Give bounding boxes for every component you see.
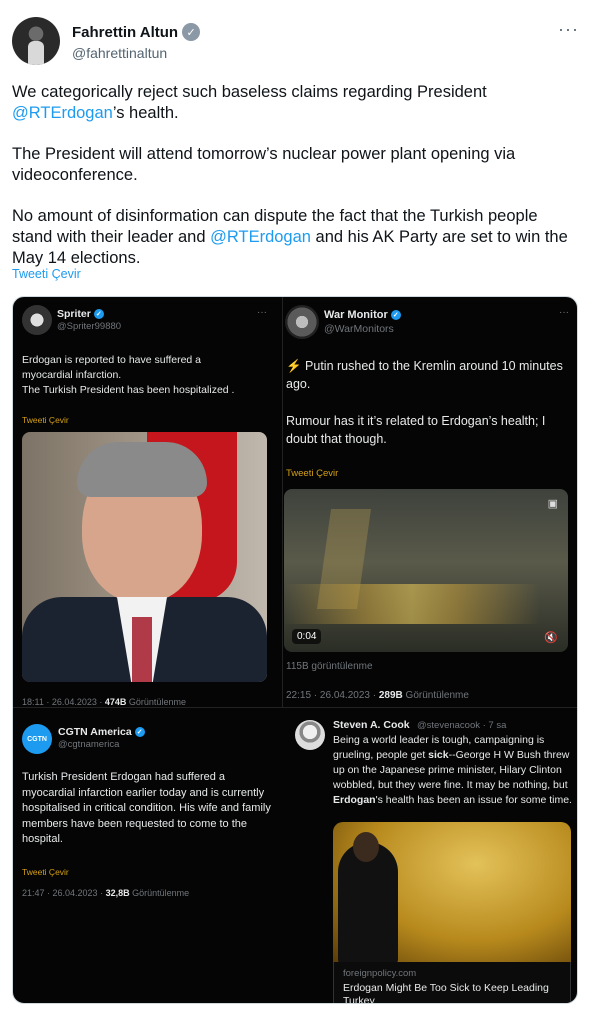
spriter-meta: 18:11 · 26.04.2023 · 474B Görüntülenme (22, 697, 186, 707)
cgtn-handle: @cgtnamerica (58, 739, 120, 750)
meta-time: 21:47 · 26.04.2023 · (22, 888, 106, 898)
cgtn-name: CGTN America (58, 726, 132, 738)
video-duration: 0:04 (292, 629, 322, 644)
verified-badge-icon: ✓ (182, 23, 201, 41)
spriter-text: Erdogan is reported to have suffered a m… (22, 354, 235, 396)
link-domain: foreignpolicy.com (343, 968, 417, 979)
spriter-avatar (22, 305, 52, 335)
author-name-row: Fahrettin Altun ✓ (72, 23, 201, 41)
author-avatar[interactable] (12, 17, 60, 65)
more-options-icon: ··· (559, 307, 569, 318)
meta-label: Görüntülenme (402, 690, 469, 701)
warmonitor-avatar (285, 305, 319, 339)
cgtn-text: Turkish President Erdogan had suffered a… (22, 771, 271, 845)
spriter-translate: Tweeti Çevir (22, 415, 69, 425)
erdogan-gold-hall-photo (333, 822, 571, 962)
tweet-body: We categorically reject such baseless cl… (12, 82, 577, 289)
warmonitor-text-2: Rumour has it it’s related to Erdogan’s … (286, 414, 546, 446)
cook-name: Steven A. Cook (333, 719, 410, 731)
tweet-text-segment: ’s health. (112, 104, 179, 122)
erdogan-portrait-photo (22, 432, 267, 682)
cgtn-meta: 21:47 · 26.04.2023 · 32,8B Görüntülenme (22, 888, 189, 898)
warmonitor-name-row: War Monitor ✓ (324, 309, 401, 321)
more-options-icon: ··· (257, 307, 267, 318)
cook-text-segment: 's health has been an issue for some tim… (375, 794, 572, 806)
link-card: foreignpolicy.com Erdogan Might Be Too S… (333, 962, 571, 1004)
meta-label: Görüntülenme (129, 888, 190, 898)
tweet-header: Fahrettin Altun ✓ @fahrettinaltun ··· (12, 17, 579, 69)
mention-link[interactable]: @RTErdogan (12, 104, 113, 122)
meta-views: 289B (378, 690, 403, 701)
warmonitor-translate: Tweeti Çevir (286, 468, 339, 479)
author-name[interactable]: Fahrettin Altun (72, 24, 178, 41)
more-options-icon[interactable]: ··· (558, 19, 579, 40)
city-lights-shape (284, 584, 568, 624)
tweet-paragraph-1: We categorically reject such baseless cl… (12, 82, 577, 124)
tweet-paragraph-3: No amount of disinformation can dispute … (12, 206, 577, 269)
embedded-tweet-spriter: Spriter ✓ @Spriter99880 ··· Erdogan is re… (13, 297, 281, 707)
cook-text-bold: sick (428, 749, 449, 761)
tie-shape (132, 617, 152, 682)
man-head-shape (353, 832, 379, 862)
cook-avatar (295, 720, 325, 750)
warmonitor-text-1: ⚡ Putin rushed to the Kremlin around 10 … (286, 359, 563, 391)
cgtn-translate: Tweeti Çevir (22, 867, 69, 877)
gif-icon: ▣ (547, 498, 558, 510)
cook-text-bold: Erdogan (333, 794, 376, 806)
meta-views: 32,8B (105, 888, 130, 898)
hair-shape (77, 442, 207, 497)
meta-label: Görüntülenme (126, 697, 186, 707)
spriter-handle: @Spriter99880 (57, 321, 122, 332)
meta-time: 18:11 · 26.04.2023 · (22, 697, 105, 707)
cgtn-name-row: CGTN America ✓ (58, 726, 145, 738)
night-city-video: ▣ 0:04 🔇 (284, 489, 568, 652)
tweet-paragraph-2: The President will attend tomorrow’s nuc… (12, 145, 516, 184)
meta-views: 474B (104, 697, 127, 707)
warmonitor-views: 115B görüntülenme (286, 661, 373, 672)
author-handle[interactable]: @fahrettinaltun (72, 45, 167, 61)
warmonitor-handle: @WarMonitors (324, 323, 394, 335)
cgtn-avatar: CGTN (22, 724, 52, 754)
embedded-tweet-warmonitor: War Monitor ✓ @WarMonitors ··· ⚡ Putin ru… (283, 297, 577, 707)
verified-badge-icon: ✓ (134, 727, 145, 737)
embedded-tweet-cook: Steven A. Cook @stevenacook · 7 sa Being… (283, 708, 577, 1004)
translate-tweet-link[interactable]: Tweeti Çevir (12, 267, 81, 281)
tweet-text-segment: We categorically reject such baseless cl… (12, 83, 487, 101)
verified-badge-icon: ✓ (390, 310, 401, 320)
spriter-name-row: Spriter ✓ (57, 308, 104, 320)
meta-time: 22:15 · 26.04.2023 · (286, 690, 379, 701)
verified-badge-icon: ✓ (93, 309, 104, 319)
mute-icon: 🔇 (544, 632, 558, 644)
tweet-media-image[interactable]: Spriter ✓ @Spriter99880 ··· Erdogan is re… (12, 296, 578, 1004)
spriter-name: Spriter (57, 308, 91, 320)
warmonitor-name: War Monitor (324, 309, 388, 321)
cook-handle: @stevenacook · 7 sa (417, 720, 507, 731)
embedded-tweet-cgtn: CGTN CGTN America ✓ @cgtnamerica Turkish … (13, 708, 281, 908)
link-title: Erdogan Might Be Too Sick to Keep Leadin… (343, 982, 549, 1004)
cook-text: Being a world leader is tough, campaigni… (333, 733, 573, 808)
warmonitor-meta: 22:15 · 26.04.2023 · 289B Görüntülenme (286, 690, 469, 701)
mention-link[interactable]: @RTErdogan (210, 228, 311, 246)
